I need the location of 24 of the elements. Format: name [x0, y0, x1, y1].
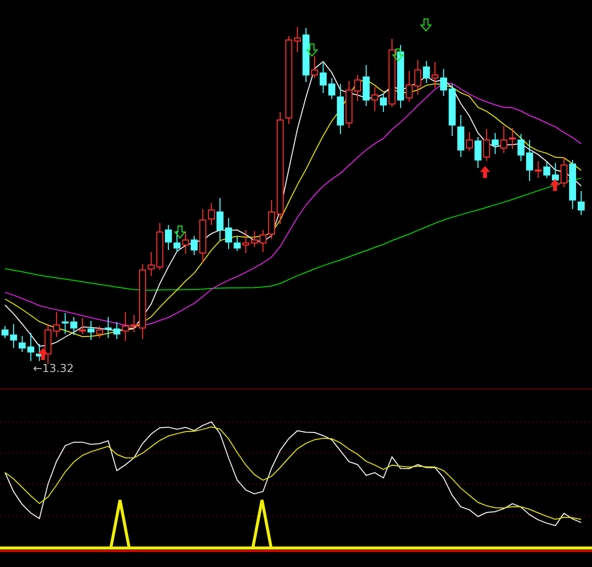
down-arrow-icon — [392, 48, 404, 62]
signal-spike — [110, 498, 130, 548]
candlestick — [346, 80, 352, 128]
down-arrow-icon — [306, 44, 318, 57]
signal-spike — [252, 498, 272, 548]
candlestick — [560, 156, 568, 188]
candlestick — [44, 324, 52, 364]
candlestick — [302, 28, 310, 82]
down-arrow-icon — [174, 226, 186, 239]
candlestick — [174, 230, 180, 252]
candlestick — [518, 134, 524, 162]
candlestick — [388, 38, 396, 108]
up-arrow-icon — [480, 166, 490, 178]
price-label: ←13.32 — [33, 362, 74, 375]
candlestick — [474, 136, 482, 168]
candlestick — [130, 314, 138, 332]
candlestick — [216, 198, 224, 242]
candlestick — [260, 230, 266, 252]
candlestick — [88, 320, 94, 340]
up-arrow-icon — [38, 348, 48, 360]
candlestick — [2, 326, 8, 338]
up-arrow-icon — [550, 179, 560, 191]
candlestick — [432, 62, 438, 88]
down-arrow-icon — [420, 18, 432, 32]
